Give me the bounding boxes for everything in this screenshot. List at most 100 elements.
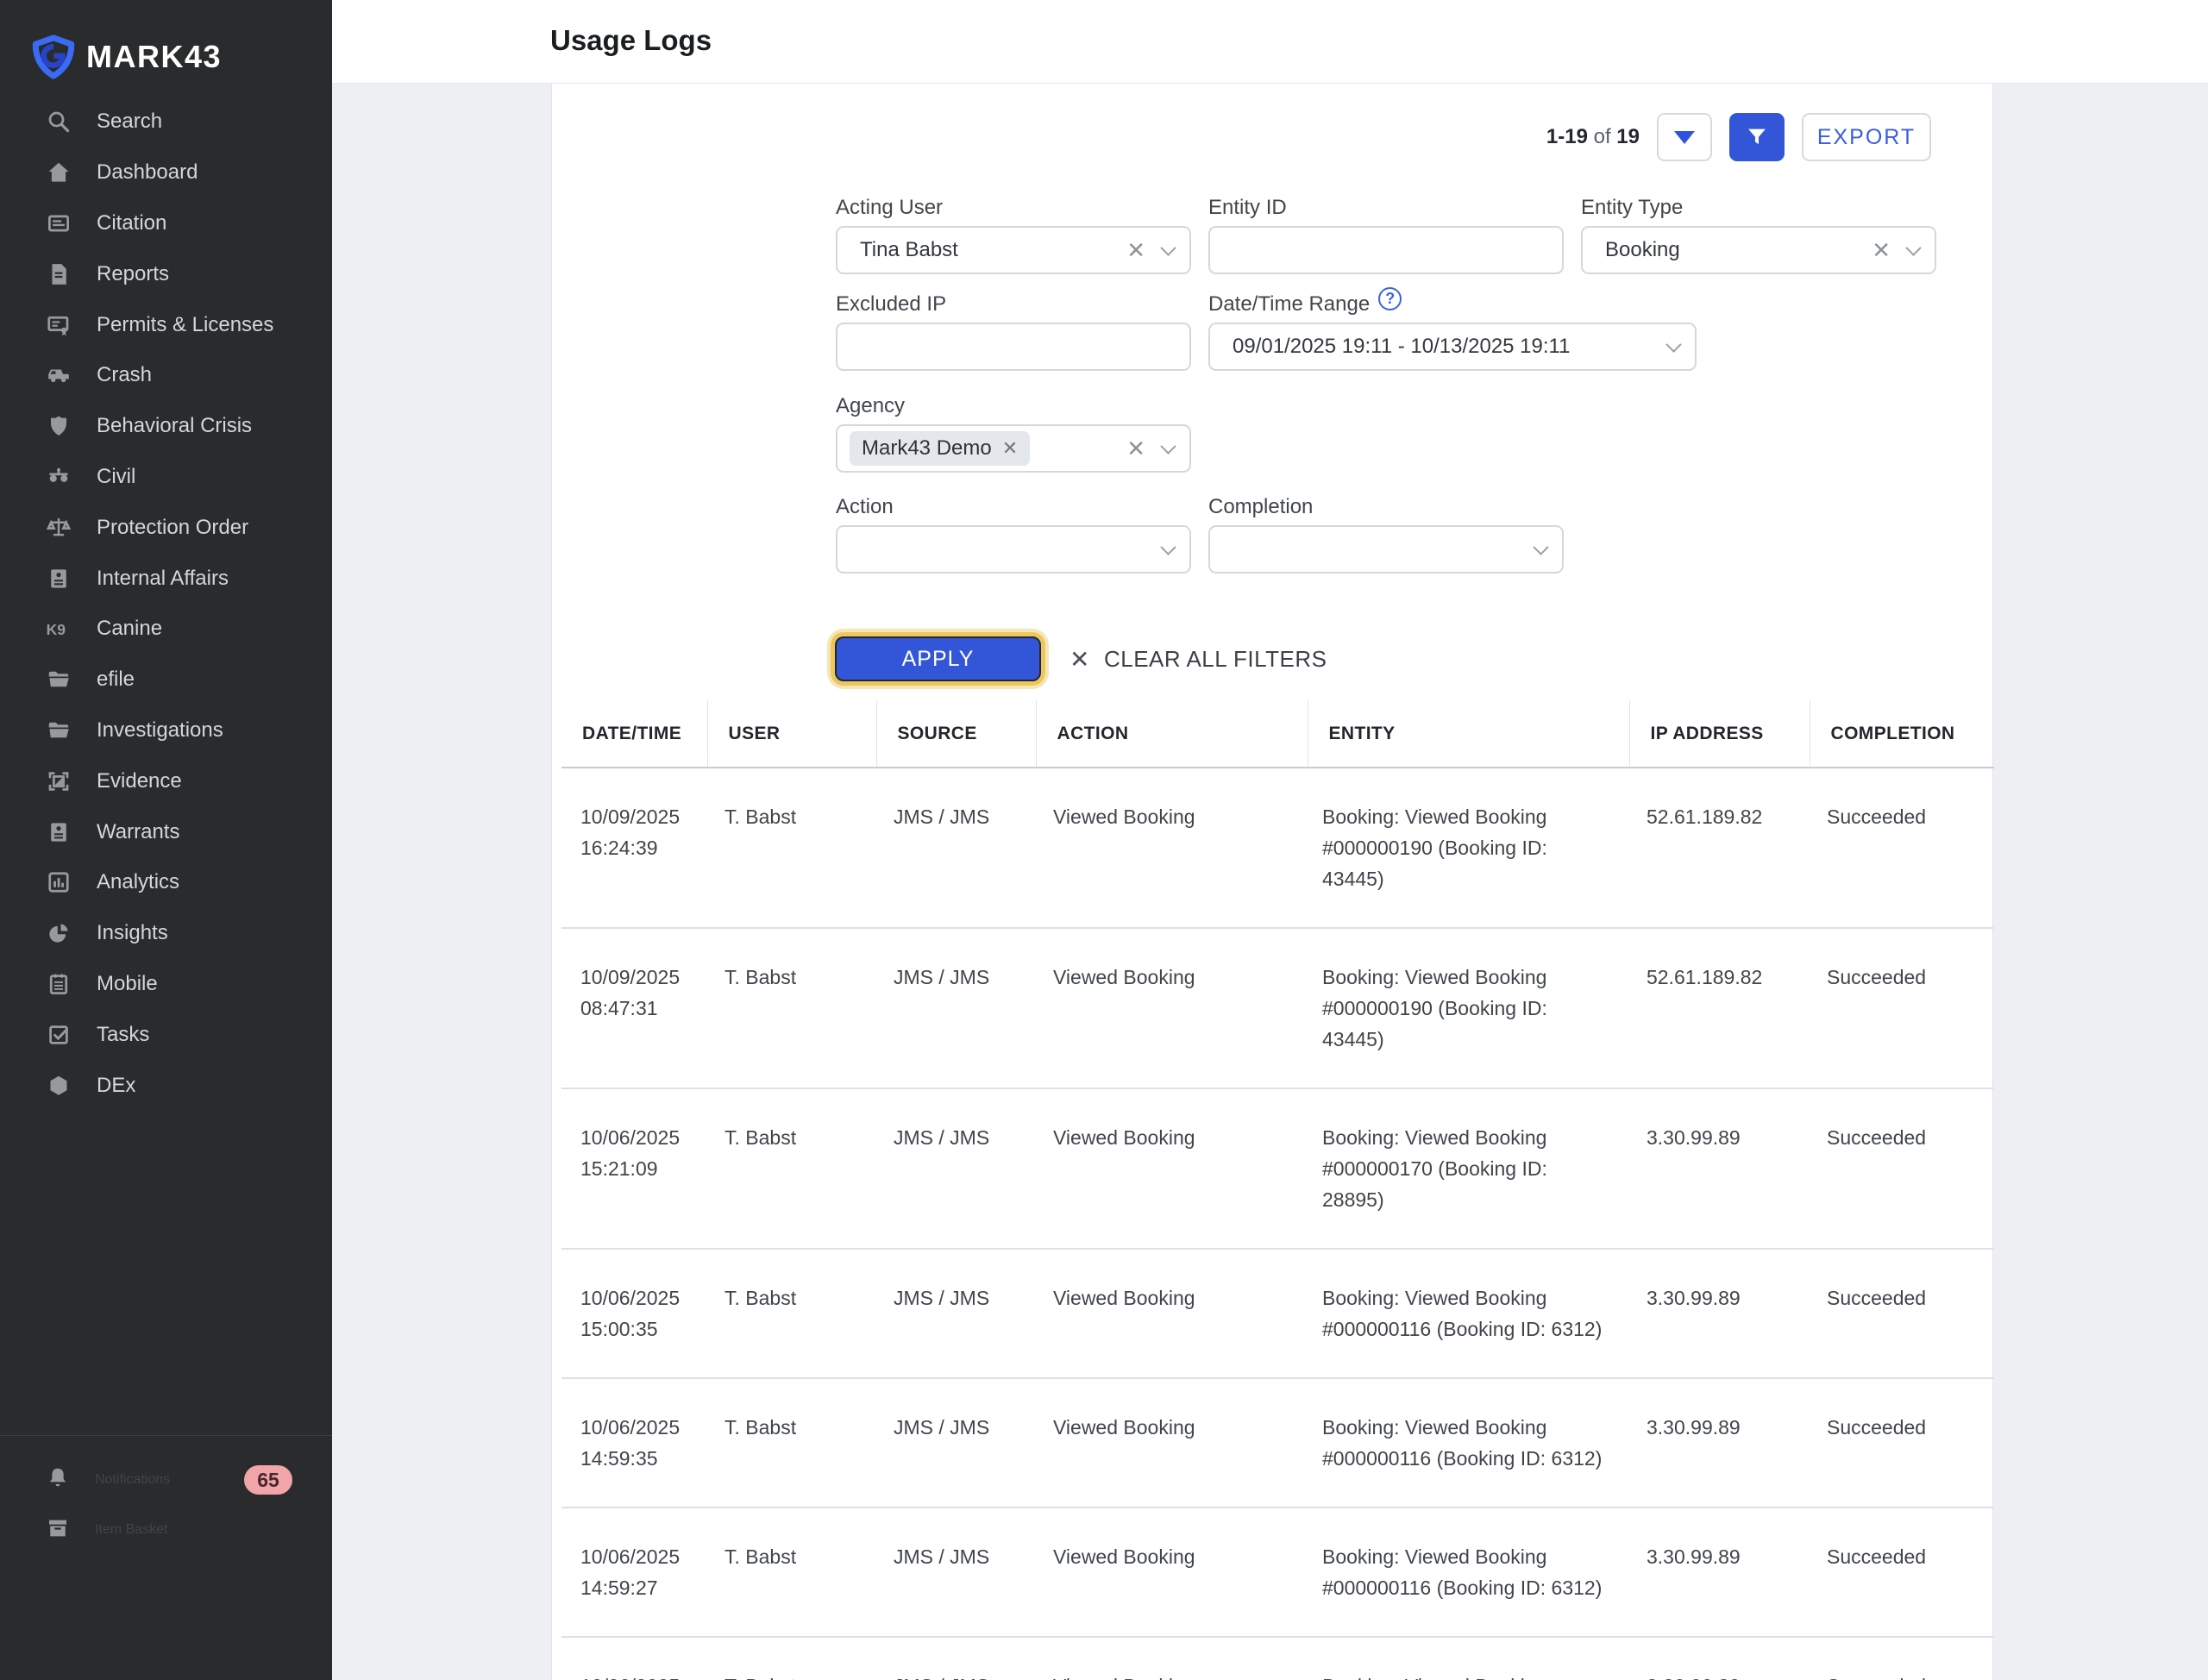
cell-user: T. Babst [707,1378,876,1508]
column-header-user: USER [707,700,876,768]
report-icon [45,260,72,288]
sidebar-item[interactable]: Reports [0,248,332,299]
cell-action: Viewed Booking [1036,928,1308,1088]
entity-type-label: Entity Type [1581,197,1936,218]
funnel-icon [1745,125,1769,149]
acting-user-select[interactable]: Tina Babst ✕ [836,226,1191,274]
cell-action: Viewed Booking [1036,1637,1308,1680]
clear-icon[interactable]: ✕ [1872,237,1891,264]
clear-icon[interactable]: ✕ [1126,237,1145,264]
sidebar-item[interactable]: DEx [0,1060,332,1111]
id-card-icon [45,818,72,846]
pagination-dropdown-button[interactable] [1657,113,1712,161]
table-row: 10/06/202514:59:35 T. Babst JMS / JMS Vi… [561,1378,1994,1508]
chevron-down-icon[interactable] [1533,539,1548,555]
acting-user-label: Acting User [836,197,1191,218]
table-row: 10/06/202514:58:02 T. Babst JMS / JMS Vi… [561,1637,1994,1680]
sidebar-item[interactable]: Dashboard [0,147,332,198]
excluded-ip-input[interactable] [836,323,1191,371]
sidebar-item-label: Civil [97,465,135,489]
entity-type-select[interactable]: Booking ✕ [1581,226,1936,274]
sidebar-item[interactable]: Investigations [0,705,332,756]
brand-logo[interactable]: MARK43 [31,34,222,79]
sidebar-item[interactable]: Citation [0,198,332,249]
sidebar-item-label: Reports [97,262,169,286]
cell-completion: Succeeded [1810,1088,1994,1249]
agency-label: Agency [836,395,1191,417]
date-time-range-select[interactable]: 09/01/2025 19:11 - 10/13/2025 19:11 [1208,323,1697,371]
sidebar-item[interactable]: Search [0,97,332,147]
sidebar-item-label: Evidence [97,769,182,793]
brand-wordmark: MARK43 [86,39,222,75]
chip-remove-icon[interactable]: ✕ [1002,437,1018,460]
sidebar-item[interactable]: Internal Affairs [0,553,332,604]
sidebar-item-item-basket[interactable]: Item Basket [0,1505,332,1555]
checkbox-icon [45,1021,72,1049]
clear-all-filters-button[interactable]: ✕ CLEAR ALL FILTERS [1070,636,1327,681]
sidebar-item[interactable]: Protection Order [0,502,332,553]
pie-chart-icon [45,919,72,947]
cell-source: JMS / JMS [876,928,1036,1088]
filter-entity-type: Entity Type Booking ✕ [1581,197,1936,274]
sidebar-item[interactable]: Warrants [0,806,332,857]
notepad-icon [45,970,72,998]
sidebar-item[interactable]: Mobile [0,959,332,1010]
agency-chip-label: Mark43 Demo [862,436,992,461]
entity-id-input[interactable] [1208,226,1564,274]
sidebar-item-label: Citation [97,211,166,235]
evidence-icon [45,768,72,795]
chevron-down-icon[interactable] [1160,539,1176,555]
cell-action: Viewed Booking [1036,1088,1308,1249]
sidebar-item[interactable]: Civil [0,452,332,503]
filter-toggle-button[interactable] [1729,113,1785,161]
sidebar-item[interactable]: efile [0,655,332,705]
filter-excluded-ip: Excluded IP [836,293,1191,371]
cell-datetime: 10/06/202514:58:02 [561,1637,707,1680]
cell-ip-address: 3.30.99.89 [1629,1088,1810,1249]
hexagon-icon [45,1072,72,1100]
citation-icon [45,210,72,237]
sidebar-item[interactable]: K9 Canine [0,604,332,655]
chevron-down-icon[interactable] [1905,240,1921,255]
sidebar-item[interactable]: Permits & Licenses [0,299,332,350]
usage-logs-panel: 1-19 of 19 EXPORT Acting User Tina Babst… [551,84,1993,1680]
cell-ip-address: 3.30.99.89 [1629,1637,1810,1680]
chevron-down-icon[interactable] [1665,336,1681,352]
sidebar-footer: Notifications 65 Item Basket TB Tina Bab… [0,1435,332,1680]
table-row: 10/09/202516:24:39 T. Babst JMS / JMS Vi… [561,768,1994,928]
sidebar-item[interactable]: Analytics [0,857,332,908]
cell-completion: Succeeded [1810,768,1994,928]
completion-select[interactable] [1208,525,1564,574]
chevron-down-icon[interactable] [1160,240,1176,255]
cell-ip-address: 52.61.189.82 [1629,768,1810,928]
column-header-entity: ENTITY [1308,700,1629,768]
sidebar-item[interactable]: Insights [0,908,332,959]
cell-completion: Succeeded [1810,928,1994,1088]
apply-button[interactable]: APPLY [835,636,1041,681]
sidebar-item[interactable]: Evidence [0,755,332,806]
k9-icon: K9 [45,615,72,643]
export-button[interactable]: EXPORT [1802,113,1931,161]
cell-completion: Succeeded [1810,1508,1994,1637]
sidebar-item-label: Permits & Licenses [97,313,273,337]
action-select[interactable] [836,525,1191,574]
cell-entity: Booking: Viewed Booking #000000190 (Book… [1308,768,1629,928]
usage-logs-table: DATE/TIME USER SOURCE ACTION ENTITY IP A… [561,700,1994,1680]
home-icon [45,159,72,186]
help-icon[interactable]: ? [1378,287,1402,310]
cell-datetime: 10/06/202515:00:35 [561,1249,707,1378]
sidebar-item[interactable]: Crash [0,350,332,401]
date-time-range-value: 09/01/2025 19:11 - 10/13/2025 19:11 [1233,335,1668,359]
agency-select[interactable]: Mark43 Demo ✕ ✕ [836,424,1191,473]
sidebar-item[interactable]: Behavioral Crisis [0,401,332,452]
item-basket-label: Item Basket [95,1522,167,1538]
clear-icon[interactable]: ✕ [1126,436,1145,462]
sidebar-item-label: Crash [97,363,152,387]
cell-action: Viewed Booking [1036,768,1308,928]
chevron-down-icon[interactable] [1160,438,1176,454]
sidebar-item[interactable]: Tasks [0,1009,332,1060]
cell-source: JMS / JMS [876,1249,1036,1378]
sidebar-item-notifications[interactable]: Notifications 65 [0,1455,332,1505]
permit-icon [45,311,72,339]
sidebar-item-label: Behavioral Crisis [97,414,252,438]
